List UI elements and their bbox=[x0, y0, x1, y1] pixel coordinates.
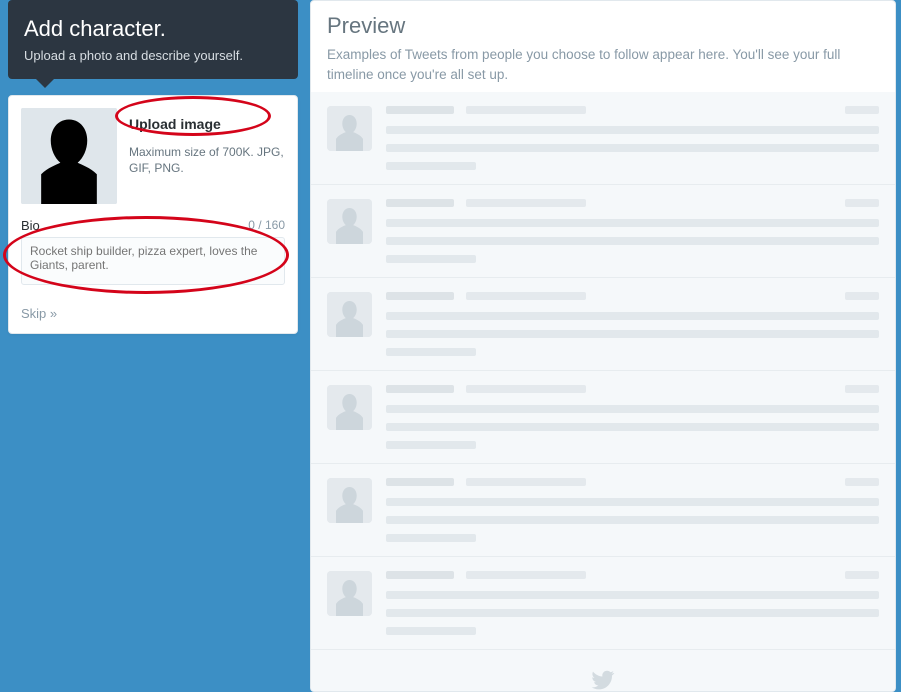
preview-panel: Preview Examples of Tweets from people y… bbox=[310, 0, 896, 692]
placeholder-handle-bar bbox=[466, 385, 586, 393]
tweet-placeholder-list bbox=[311, 92, 895, 692]
placeholder-line bbox=[386, 255, 476, 263]
placeholder-time-bar bbox=[845, 571, 879, 579]
placeholder-line bbox=[386, 330, 879, 338]
placeholder-handle-bar bbox=[466, 571, 586, 579]
tweet-placeholder bbox=[311, 464, 895, 557]
placeholder-line bbox=[386, 534, 476, 542]
tooltip-title: Add character. bbox=[24, 16, 282, 42]
placeholder-name-bar bbox=[386, 106, 454, 114]
preview-title: Preview bbox=[327, 13, 879, 39]
placeholder-line bbox=[386, 591, 879, 599]
tweet-placeholder bbox=[311, 371, 895, 464]
upload-note: Maximum size of 700K. JPG, GIF, PNG. bbox=[129, 144, 285, 176]
placeholder-line bbox=[386, 219, 879, 227]
placeholder-line bbox=[386, 237, 879, 245]
placeholder-name-bar bbox=[386, 478, 454, 486]
placeholder-handle-bar bbox=[466, 292, 586, 300]
placeholder-time-bar bbox=[845, 292, 879, 300]
avatar-icon bbox=[327, 385, 372, 430]
upload-image-link[interactable]: Upload image bbox=[129, 116, 221, 132]
placeholder-line bbox=[386, 498, 879, 506]
twitter-bird-icon bbox=[588, 668, 618, 692]
placeholder-line bbox=[386, 162, 476, 170]
placeholder-line bbox=[386, 627, 476, 635]
tooltip-arrow-icon bbox=[36, 79, 54, 88]
placeholder-time-bar bbox=[845, 385, 879, 393]
avatar-icon bbox=[327, 571, 372, 616]
placeholder-line bbox=[386, 405, 879, 413]
bio-char-count: 0 / 160 bbox=[248, 218, 285, 233]
placeholder-line bbox=[386, 126, 879, 134]
placeholder-handle-bar bbox=[466, 478, 586, 486]
bio-textarea[interactable] bbox=[21, 237, 285, 285]
placeholder-name-bar bbox=[386, 292, 454, 300]
placeholder-line bbox=[386, 348, 476, 356]
placeholder-name-bar bbox=[386, 199, 454, 207]
placeholder-line bbox=[386, 609, 879, 617]
placeholder-line bbox=[386, 312, 879, 320]
avatar-icon bbox=[327, 199, 372, 244]
bio-label: Bio bbox=[21, 218, 40, 233]
tooltip-subtitle: Upload a photo and describe yourself. bbox=[24, 48, 282, 63]
person-silhouette-icon bbox=[21, 108, 117, 204]
preview-footer bbox=[311, 650, 895, 692]
avatar-icon bbox=[327, 292, 372, 337]
placeholder-name-bar bbox=[386, 571, 454, 579]
tweet-placeholder bbox=[311, 278, 895, 371]
avatar-placeholder[interactable] bbox=[21, 108, 117, 204]
placeholder-time-bar bbox=[845, 478, 879, 486]
placeholder-time-bar bbox=[845, 106, 879, 114]
onboarding-tooltip: Add character. Upload a photo and descri… bbox=[8, 0, 298, 79]
skip-link[interactable]: Skip » bbox=[21, 306, 285, 321]
placeholder-line bbox=[386, 441, 476, 449]
tweet-placeholder bbox=[311, 185, 895, 278]
avatar-icon bbox=[327, 106, 372, 151]
placeholder-line bbox=[386, 516, 879, 524]
tweet-placeholder bbox=[311, 557, 895, 650]
placeholder-name-bar bbox=[386, 385, 454, 393]
placeholder-handle-bar bbox=[466, 106, 586, 114]
avatar-icon bbox=[327, 478, 372, 523]
placeholder-line bbox=[386, 144, 879, 152]
placeholder-line bbox=[386, 423, 879, 431]
profile-setup-card: Upload image Maximum size of 700K. JPG, … bbox=[8, 95, 298, 334]
placeholder-time-bar bbox=[845, 199, 879, 207]
tweet-placeholder bbox=[311, 92, 895, 185]
placeholder-handle-bar bbox=[466, 199, 586, 207]
preview-subtitle: Examples of Tweets from people you choos… bbox=[327, 45, 879, 84]
